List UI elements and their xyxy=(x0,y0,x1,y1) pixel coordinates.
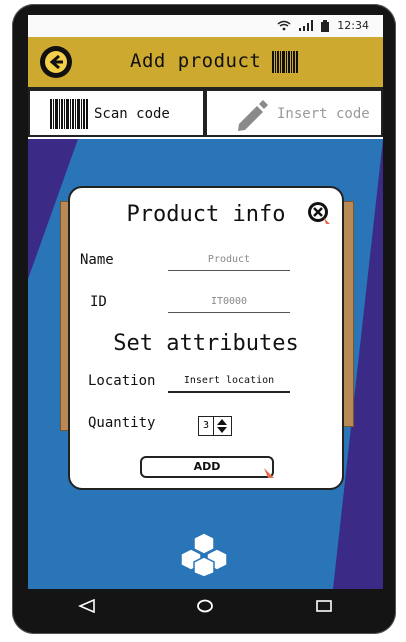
stepper-arrows-icon xyxy=(217,419,227,433)
status-time: 12:34 xyxy=(337,19,369,32)
home-circle-icon[interactable] xyxy=(196,599,214,613)
name-input[interactable]: Product xyxy=(168,254,290,271)
quantity-value: 3 xyxy=(199,417,214,435)
tab-scan-code[interactable]: Scan code xyxy=(28,89,205,137)
page-title: Add product xyxy=(130,50,262,72)
signal-icon xyxy=(299,20,314,31)
status-bar: 12:34 xyxy=(28,15,383,38)
add-button[interactable]: ADD xyxy=(140,456,274,478)
location-input[interactable]: Insert location xyxy=(168,375,290,393)
stepper-arrows[interactable] xyxy=(214,417,231,435)
close-icon[interactable] xyxy=(306,200,332,226)
back-triangle-icon[interactable] xyxy=(78,599,96,613)
id-label: ID xyxy=(90,294,107,310)
screen: 12:34 Add product Scan code Insert code … xyxy=(28,15,383,589)
dialog-title: Product info xyxy=(126,202,286,227)
tab-bar: Scan code Insert code xyxy=(28,89,383,139)
barcode-icon xyxy=(272,51,298,73)
tab-insert-code-label: Insert code xyxy=(277,106,370,122)
tab-insert-code[interactable]: Insert code xyxy=(205,89,383,137)
recents-square-icon[interactable] xyxy=(315,599,333,613)
cursor-marker-icon xyxy=(264,468,274,478)
location-label: Location xyxy=(88,373,156,389)
name-label: Name xyxy=(80,252,114,268)
pencil-icon xyxy=(238,100,268,131)
cubes-icon xyxy=(180,533,228,577)
battery-icon xyxy=(321,19,330,32)
product-info-dialog: Product info Name Product ID IT0000 Set … xyxy=(68,186,344,490)
back-button[interactable] xyxy=(40,46,72,78)
back-arrow-icon xyxy=(45,51,67,73)
id-input[interactable]: IT0000 xyxy=(168,296,290,313)
quantity-stepper[interactable]: 3 xyxy=(198,416,232,436)
nav-bar xyxy=(28,590,383,622)
barcode-icon xyxy=(50,99,88,129)
tab-scan-code-label: Scan code xyxy=(94,106,170,122)
wifi-icon xyxy=(277,20,291,31)
quantity-label: Quantity xyxy=(88,415,156,431)
app-bar: Add product xyxy=(28,37,383,89)
attributes-title: Set attributes xyxy=(113,331,299,356)
